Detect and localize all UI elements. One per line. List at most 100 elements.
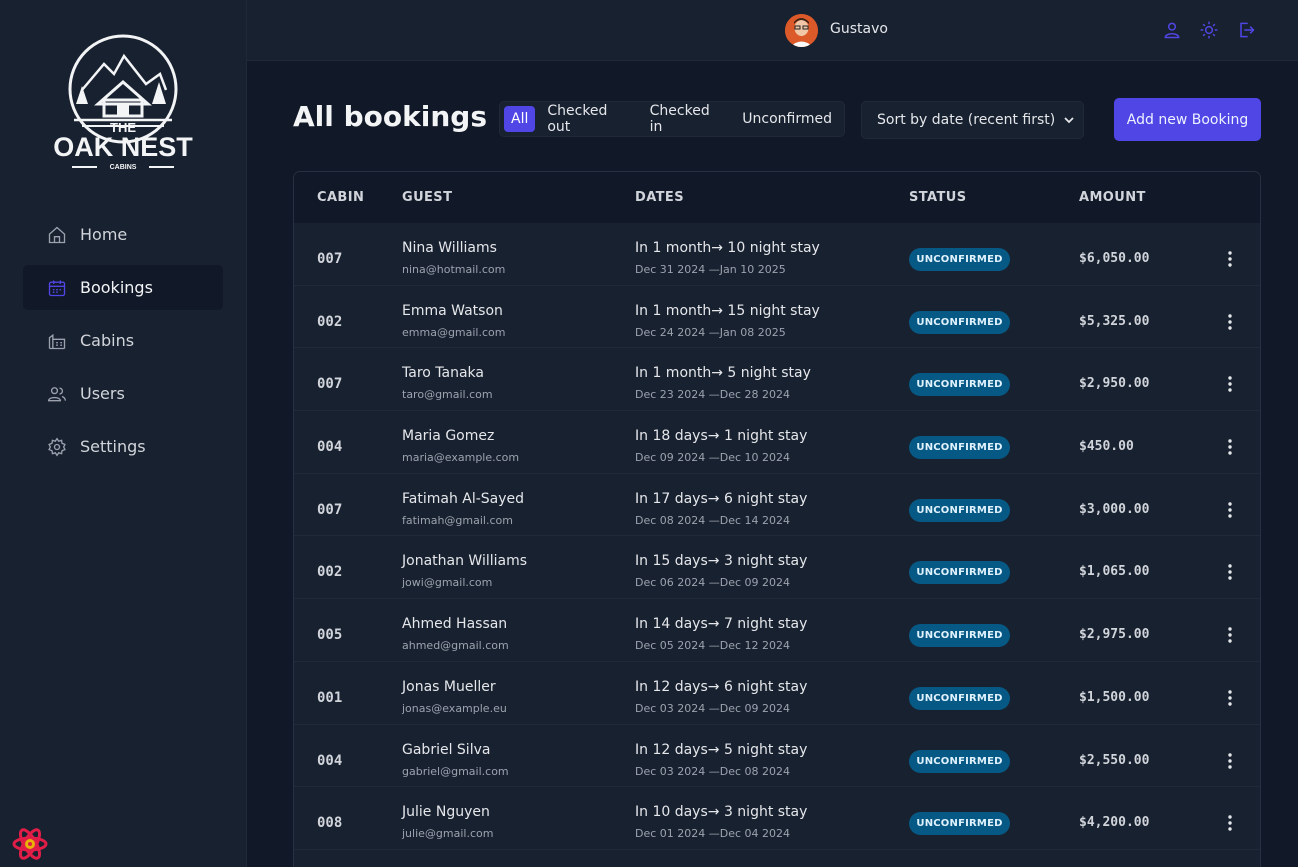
date-range: Dec 01 2024 —Dec 04 2024 [635, 827, 791, 841]
chevron-down-icon [1063, 114, 1075, 126]
filter-checked-out-button[interactable]: Checked out [540, 98, 637, 140]
date-range: Dec 31 2024 —Jan 10 2025 [635, 263, 786, 276]
stay-summary: In 1 month→ 5 night stay [635, 365, 811, 382]
table-header: CABIN GUEST DATES STATUS AMOUNT [294, 172, 1260, 223]
column-header-dates: DATES [635, 190, 684, 205]
guest-email: fatimah@gmail.com [402, 513, 513, 527]
more-options-icon[interactable] [1220, 625, 1240, 645]
sidebar-item-label: Settings [80, 437, 146, 456]
page-title: All bookings [293, 100, 487, 133]
cabin-number: 008 [317, 815, 343, 832]
status-badge: UNCONFIRMED [909, 624, 1010, 648]
oak-nest-logo[interactable]: THE OAK NEST CABINS [42, 34, 204, 174]
sidebar-item-home[interactable]: Home [23, 212, 223, 257]
guest-email: jowi@gmail.com [402, 576, 493, 590]
guest-name: Maria Gomez [402, 428, 495, 445]
more-options-icon[interactable] [1220, 374, 1240, 394]
cabin-number: 002 [317, 313, 343, 330]
more-options-icon[interactable] [1220, 751, 1240, 771]
sidebar: THE OAK NEST CABINS Home Bookings Cabins [0, 0, 247, 867]
table-row[interactable]: 004 Maria Gomez maria@example.com In 18 day… [294, 411, 1260, 474]
table-row[interactable]: 004 Gabriel Silva gabriel@gmail.com In 12 d… [294, 725, 1260, 788]
top-bar [247, 0, 1298, 61]
table-row[interactable]: 007 Taro Tanaka taro@gmail.com In 1 month→ … [294, 348, 1260, 412]
column-header-cabin: CABIN [317, 190, 365, 205]
booking-amount: $4,200.00 [1079, 815, 1150, 831]
avatar[interactable] [785, 14, 818, 47]
sidebar-item-label: Bookings [80, 278, 153, 297]
sidebar-item-settings[interactable]: Settings [23, 424, 223, 469]
stay-summary: In 12 days→ 5 night stay [635, 741, 808, 758]
sidebar-item-users[interactable]: Users [23, 371, 223, 416]
table-row[interactable]: 007 Nina Williams nina@hotmail.com In 1 mon… [294, 223, 1260, 286]
table-row[interactable]: 002 Jonathan Williams jowi@gmail.com In 15 … [294, 536, 1260, 600]
more-options-icon[interactable] [1220, 312, 1240, 332]
filter-all-button[interactable]: All [504, 106, 536, 132]
date-range: Dec 03 2024 —Dec 08 2024 [635, 764, 791, 778]
status-badge: UNCONFIRMED [909, 561, 1010, 585]
sidebar-item-bookings[interactable]: Bookings [23, 265, 223, 310]
cabin-number: 002 [317, 564, 343, 581]
add-booking-button[interactable]: Add new Booking [1114, 98, 1261, 141]
status-badge: UNCONFIRMED [909, 498, 1010, 522]
home-icon [47, 225, 67, 245]
column-header-guest: GUEST [402, 190, 453, 205]
guest-name: Nina Williams [402, 240, 497, 256]
guest-name: Gabriel Silva [402, 741, 491, 758]
table-row[interactable]: 005 Ahmed Hassan ahmed@gmail.com In 14 days… [294, 599, 1260, 662]
logout-icon[interactable] [1236, 20, 1256, 40]
guest-name: Julie Nguyen [402, 804, 490, 821]
bookings-table: CABIN GUEST DATES STATUS AMOUNT 007 Nina … [293, 171, 1261, 867]
react-devtools-icon[interactable] [12, 826, 48, 862]
filter-checked-in-button[interactable]: Checked in [643, 98, 731, 140]
stay-summary: In 1 month→ 15 night stay [635, 302, 820, 319]
cabin-number: 007 [317, 501, 343, 518]
guest-email: julie@gmail.com [402, 827, 494, 841]
sort-select[interactable]: Sort by date (recent first) [861, 101, 1084, 139]
user-icon[interactable] [1162, 20, 1182, 40]
sort-select-value: Sort by date (recent first) [877, 112, 1056, 128]
sidebar-item-label: Users [80, 384, 125, 403]
booking-amount: $3,000.00 [1079, 501, 1150, 517]
more-options-icon[interactable] [1220, 437, 1240, 457]
status-badge: UNCONFIRMED [909, 686, 1010, 710]
guest-email: jonas@example.eu [402, 701, 507, 715]
booking-amount: $6,050.00 [1079, 251, 1150, 266]
stay-summary: In 15 days→ 3 night stay [635, 553, 808, 570]
booking-amount: $1,065.00 [1079, 564, 1150, 580]
more-options-icon[interactable] [1220, 688, 1240, 708]
stay-summary: In 17 days→ 6 night stay [635, 490, 808, 507]
logo-line3: CABINS [110, 164, 137, 171]
logo-line2: OAK NEST [53, 132, 193, 162]
booking-amount: $5,325.00 [1079, 313, 1150, 329]
booking-amount: $1,500.00 [1079, 689, 1150, 705]
date-range: Dec 09 2024 —Dec 10 2024 [635, 451, 791, 465]
cabin-number: 007 [317, 251, 343, 267]
more-options-icon[interactable] [1220, 813, 1240, 833]
cabin-icon [47, 331, 67, 351]
table-row[interactable]: 007 Fatimah Al-Sayed fatimah@gmail.com In 1… [294, 474, 1260, 537]
status-badge: UNCONFIRMED [909, 436, 1010, 460]
guest-email: taro@gmail.com [402, 388, 493, 402]
sun-icon[interactable] [1199, 20, 1219, 40]
cabin-number: 004 [317, 752, 343, 769]
sidebar-item-label: Cabins [80, 331, 135, 350]
more-options-icon[interactable] [1220, 249, 1240, 269]
filter-unconfirmed-button[interactable]: Unconfirmed [735, 106, 839, 132]
date-range: Dec 03 2024 —Dec 09 2024 [635, 701, 791, 715]
sidebar-item-cabins[interactable]: Cabins [23, 318, 223, 363]
status-badge: UNCONFIRMED [909, 373, 1010, 397]
username[interactable]: Gustavo [830, 21, 888, 37]
status-badge: UNCONFIRMED [909, 310, 1010, 334]
table-row[interactable]: 001 Jonas Mueller jonas@example.eu In 12 da… [294, 662, 1260, 725]
more-options-icon[interactable] [1220, 562, 1240, 582]
date-range: Dec 24 2024 —Jan 08 2025 [635, 325, 786, 339]
more-options-icon[interactable] [1220, 500, 1240, 520]
guest-name: Ahmed Hassan [402, 616, 508, 633]
guest-email: ahmed@gmail.com [402, 639, 509, 653]
stay-summary: In 10 days→ 3 night stay [635, 804, 808, 821]
booking-amount: $2,550.00 [1079, 752, 1150, 768]
table-row[interactable]: 002 Emma Watson emma@gmail.com In 1 month→ … [294, 286, 1260, 349]
guest-email: nina@hotmail.com [402, 263, 506, 276]
table-row[interactable]: 008 Julie Nguyen julie@gmail.com In 10 days… [294, 787, 1260, 850]
